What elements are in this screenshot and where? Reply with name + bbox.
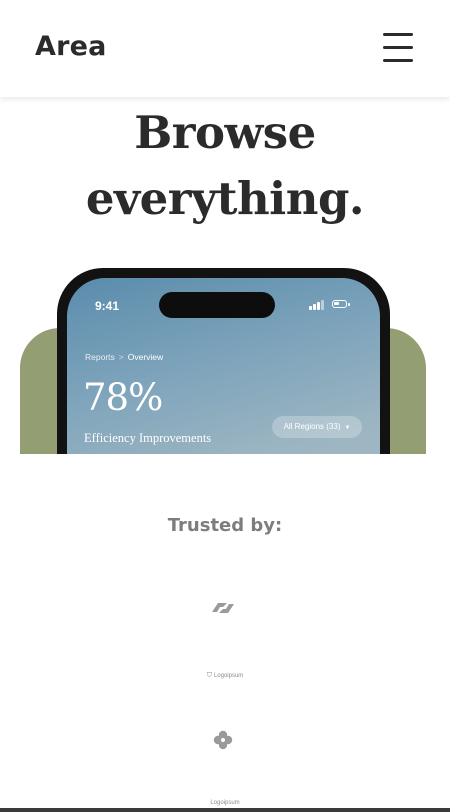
logoipsum-logo-2: Logoipsum [0, 800, 450, 806]
logoipsum-text-2: Logoipsum [210, 800, 240, 806]
regions-dropdown[interactable]: All Regions (33) ▼ [272, 416, 362, 438]
metric-value: 78% [83, 376, 163, 419]
breadcrumb-overview: Overview [127, 352, 164, 362]
clover-logo-icon [213, 730, 233, 750]
trusted-heading: Trusted by: [167, 515, 283, 536]
battery-icon [332, 300, 347, 308]
phone-screen: 9:41 Reports > Overview 78% Efficiency Imp… [67, 278, 380, 454]
regions-dropdown-label: All Regions (33) [283, 422, 341, 431]
chevron-right-icon: > [118, 352, 124, 362]
breadcrumb: Reports > Overview [85, 352, 163, 362]
metric-label: Efficiency Improvements [84, 431, 212, 445]
logoipsum-text-1: Logoipsum [213, 673, 244, 679]
hero-title-line-1: Browse [134, 106, 316, 159]
breadcrumb-reports[interactable]: Reports [85, 352, 115, 362]
site-header: Area [0, 0, 450, 97]
signal-icon [309, 300, 324, 310]
shield-logo-icon: ⛉ [206, 672, 212, 679]
caret-down-icon: ▼ [344, 425, 351, 431]
status-time: 9:41 [95, 299, 120, 313]
bottom-edge-bar [0, 808, 450, 812]
hero-title-line-2: everything. [85, 172, 365, 225]
battery-tip [348, 303, 350, 306]
brand-logo[interactable]: Area [35, 31, 107, 62]
logoipsum-logo: ⛉ Logoipsum [0, 672, 450, 680]
hamburger-menu-icon[interactable] [380, 30, 416, 66]
phone-mockup: 9:41 Reports > Overview 78% Efficiency Imp… [57, 268, 390, 454]
hero-phone-showcase: 9:41 Reports > Overview 78% Efficiency Imp… [20, 262, 426, 454]
hero-title: Browse everything. [0, 100, 450, 232]
arrow-loop-logo-icon [212, 603, 234, 613]
dynamic-island [159, 292, 275, 318]
